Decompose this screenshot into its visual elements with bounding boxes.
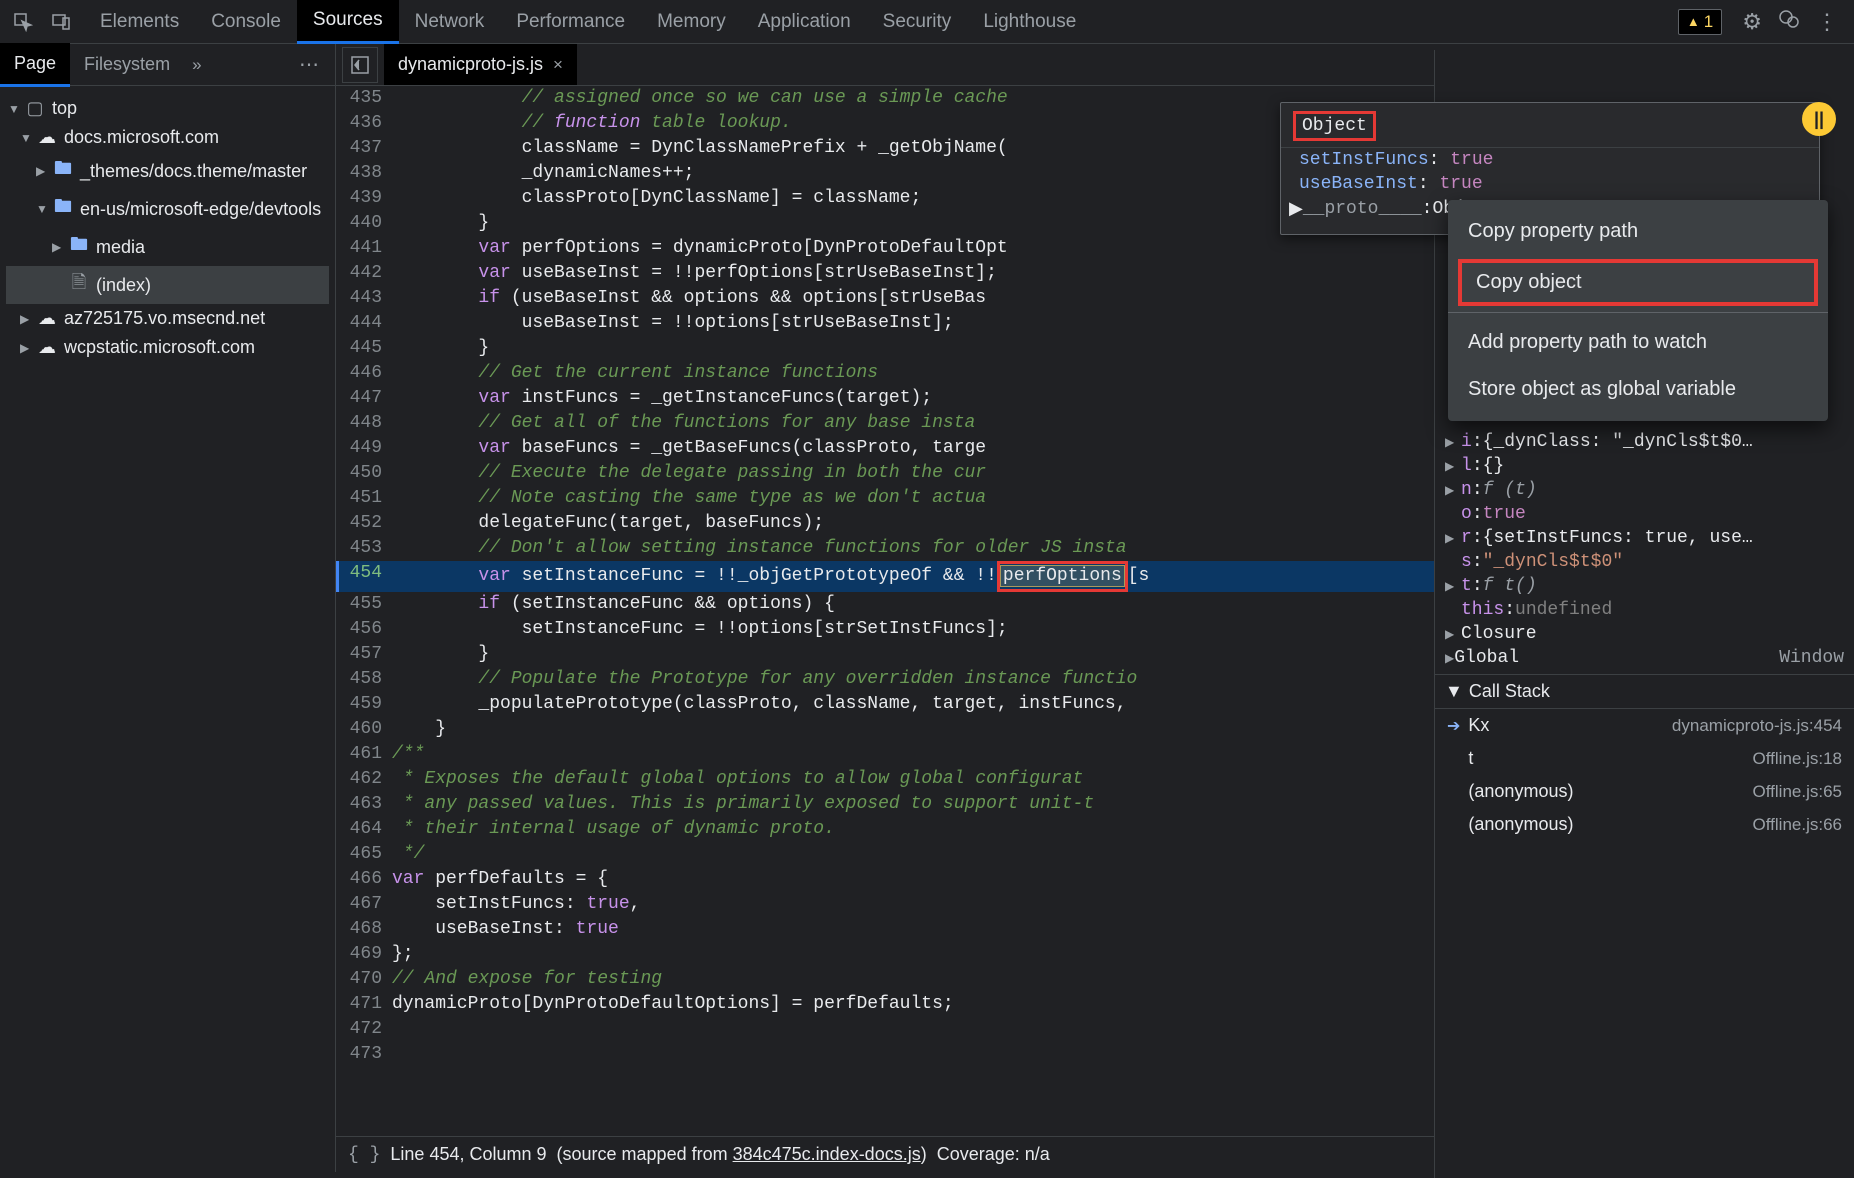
device-toolbar-icon[interactable] xyxy=(46,7,76,37)
scope-variable[interactable]: s: "_dynCls$t$0" xyxy=(1435,550,1854,574)
tab-memory[interactable]: Memory xyxy=(641,1,742,43)
tooltip-prop: useBaseInst: true xyxy=(1281,172,1819,196)
ctx-add-watch[interactable]: Add property path to watch xyxy=(1448,319,1828,366)
subtabs-overflow-icon[interactable]: » xyxy=(192,55,201,75)
tab-elements[interactable]: Elements xyxy=(84,1,195,43)
scope-variables: ▶i: {_dynClass: "_dynCls$t$0…▶l: {}▶n: f… xyxy=(1435,430,1854,622)
tree-folder-media[interactable]: ▶🖿media xyxy=(6,228,329,266)
tab-console[interactable]: Console xyxy=(195,1,297,43)
call-stack-list: ➔Kxdynamicproto-js.js:454➔tOffline.js:18… xyxy=(1435,709,1854,841)
tree-top[interactable]: ▼▢top xyxy=(6,94,329,123)
tree-folder-devtools[interactable]: ▼🖿en-us/microsoft-edge/devtools xyxy=(6,190,329,228)
tooltip-prop: setInstFuncs: true xyxy=(1281,148,1819,172)
tab-performance[interactable]: Performance xyxy=(500,1,641,43)
source-map-link[interactable]: 384c475c.index-docs.js xyxy=(733,1144,921,1164)
pretty-print-icon[interactable]: { } xyxy=(348,1145,380,1165)
navigator-subtabs: Page Filesystem » ⋯ xyxy=(0,44,335,86)
editor-panel: dynamicproto-js.js × 435 // assigned onc… xyxy=(336,44,1854,1172)
tree-domain-az[interactable]: ▶☁az725175.vo.msecnd.net xyxy=(6,304,329,333)
tree-domain-docs[interactable]: ▼☁docs.microsoft.com xyxy=(6,123,329,152)
subtab-filesystem[interactable]: Filesystem xyxy=(70,44,184,85)
scope-variable[interactable]: this: undefined xyxy=(1435,598,1854,622)
scope-variable[interactable]: ▶i: {_dynClass: "_dynCls$t$0… xyxy=(1435,430,1854,454)
scope-variable[interactable]: o: true xyxy=(1435,502,1854,526)
paused-badge-icon: || xyxy=(1802,102,1836,136)
inspect-element-icon[interactable] xyxy=(8,7,38,37)
ctx-copy-object[interactable]: Copy object xyxy=(1458,259,1818,306)
call-stack-frame[interactable]: ➔tOffline.js:18 xyxy=(1435,742,1854,775)
close-tab-icon[interactable]: × xyxy=(553,55,563,75)
call-stack-frame[interactable]: ➔(anonymous)Offline.js:65 xyxy=(1435,775,1854,808)
call-stack-header[interactable]: ▼Call Stack xyxy=(1435,674,1854,709)
navigator-panel: Page Filesystem » ⋯ ▼▢top ▼☁docs.microso… xyxy=(0,44,336,1172)
tree-file-index[interactable]: 🗎(index) xyxy=(6,266,329,304)
ctx-store-global[interactable]: Store object as global variable xyxy=(1448,366,1828,413)
call-stack-frame[interactable]: ➔(anonymous)Offline.js:66 xyxy=(1435,808,1854,841)
scope-variable[interactable]: ▶n: f (t) xyxy=(1435,478,1854,502)
more-menu-icon[interactable]: ⋮ xyxy=(1816,9,1838,35)
settings-gear-icon[interactable]: ⚙ xyxy=(1742,9,1762,35)
scope-global[interactable]: ▶Global Window xyxy=(1435,646,1854,670)
call-stack-frame[interactable]: ➔Kxdynamicproto-js.js:454 xyxy=(1435,709,1854,742)
tab-sources[interactable]: Sources xyxy=(297,0,399,44)
tooltip-object-type: Object xyxy=(1293,111,1376,141)
file-tree: ▼▢top ▼☁docs.microsoft.com ▶🖿_themes/doc… xyxy=(0,86,335,370)
devtools-tab-bar: Elements Console Sources Network Perform… xyxy=(0,0,1854,44)
whatsnew-icon[interactable] xyxy=(1778,8,1800,36)
editor-tab-file[interactable]: dynamicproto-js.js × xyxy=(384,44,577,85)
scope-variable[interactable]: ▶t: f t() xyxy=(1435,574,1854,598)
warnings-badge[interactable]: 1 xyxy=(1678,9,1722,35)
tab-application[interactable]: Application xyxy=(742,1,867,43)
subtab-page[interactable]: Page xyxy=(0,43,70,87)
ctx-copy-property-path[interactable]: Copy property path xyxy=(1448,208,1828,255)
coverage-label: Coverage: n/a xyxy=(937,1144,1050,1165)
context-menu: Copy property path Copy object Add prope… xyxy=(1448,200,1828,421)
tab-security[interactable]: Security xyxy=(867,1,968,43)
editor-tab-label: dynamicproto-js.js xyxy=(398,54,543,75)
toggle-navigator-icon[interactable] xyxy=(342,47,378,83)
tab-network[interactable]: Network xyxy=(399,1,501,43)
tree-domain-wcp[interactable]: ▶☁wcpstatic.microsoft.com xyxy=(6,333,329,362)
tab-lighthouse[interactable]: Lighthouse xyxy=(967,1,1092,43)
scope-closure[interactable]: ▶Closure xyxy=(1435,622,1854,646)
scope-variable[interactable]: ▶r: {setInstFuncs: true, use… xyxy=(1435,526,1854,550)
scope-variable[interactable]: ▶l: {} xyxy=(1435,454,1854,478)
ctx-separator xyxy=(1448,312,1828,313)
cursor-position: Line 454, Column 9 xyxy=(390,1144,546,1165)
navigator-more-icon[interactable]: ⋯ xyxy=(299,52,319,77)
tree-folder-themes[interactable]: ▶🖿_themes/docs.theme/master xyxy=(6,152,329,190)
